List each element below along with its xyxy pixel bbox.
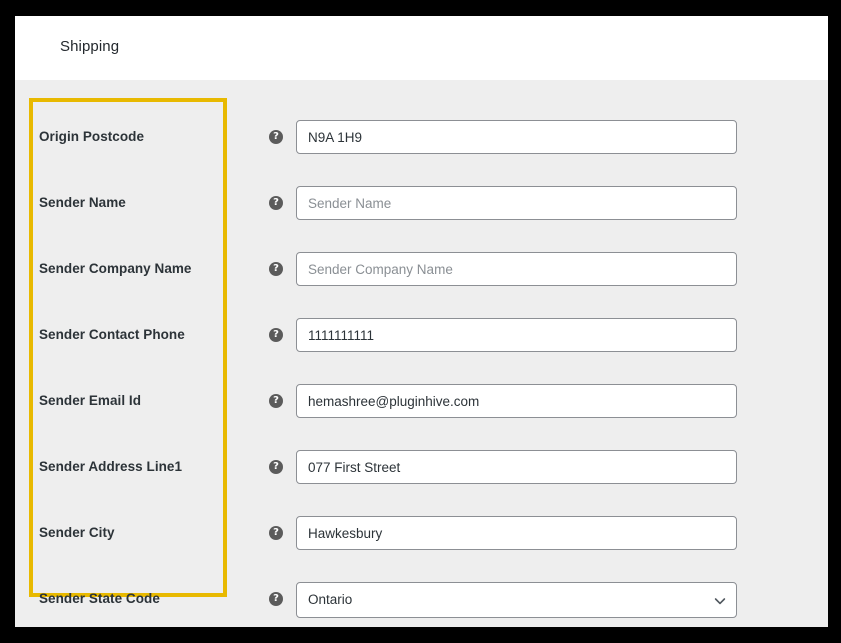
- label-sender-state-code: Sender State Code: [39, 591, 160, 606]
- field-wrap-sender-name: [296, 186, 737, 220]
- shipping-settings-form: Origin Postcode?Sender Name?Sender Compa…: [15, 80, 828, 627]
- field-wrap-origin-postcode: [296, 120, 737, 154]
- field-wrap-sender-city: [296, 516, 737, 550]
- field-wrap-sender-email-id: [296, 384, 737, 418]
- label-sender-contact-phone: Sender Contact Phone: [39, 327, 185, 342]
- label-sender-address-line1: Sender Address Line1: [39, 459, 183, 474]
- form-row-sender-name: Sender Name?: [15, 186, 828, 220]
- label-origin-postcode: Origin Postcode: [39, 129, 145, 144]
- help-icon-sender-contact-phone[interactable]: ?: [269, 328, 283, 342]
- help-icon-origin-postcode[interactable]: ?: [269, 130, 283, 144]
- field-wrap-sender-company-name: [296, 252, 737, 286]
- input-sender-city[interactable]: [296, 516, 737, 550]
- form-row-sender-email-id: Sender Email Id?: [15, 384, 828, 418]
- select-sender-state-code[interactable]: Ontario: [296, 582, 737, 618]
- settings-page-panel: Shipping Origin Postcode?Sender Name?Sen…: [15, 16, 828, 627]
- help-icon-sender-company-name[interactable]: ?: [269, 262, 283, 276]
- input-sender-name[interactable]: [296, 186, 737, 220]
- form-row-sender-address-line1: Sender Address Line1?: [15, 450, 828, 484]
- field-wrap-sender-address-line1: [296, 450, 737, 484]
- label-sender-company-name: Sender Company Name: [39, 261, 192, 276]
- help-icon-sender-email-id[interactable]: ?: [269, 394, 283, 408]
- page-header-bar: Shipping: [15, 16, 828, 80]
- label-sender-email-id: Sender Email Id: [39, 393, 142, 408]
- label-sender-city: Sender City: [39, 525, 115, 540]
- help-icon-sender-state-code[interactable]: ?: [269, 592, 283, 606]
- input-origin-postcode[interactable]: [296, 120, 737, 154]
- field-wrap-sender-contact-phone: [296, 318, 737, 352]
- help-icon-sender-city[interactable]: ?: [269, 526, 283, 540]
- input-sender-contact-phone[interactable]: [296, 318, 737, 352]
- form-row-sender-state-code: Sender State Code? Ontario: [15, 582, 828, 618]
- select-wrap-sender-state-code: Ontario: [296, 582, 737, 618]
- form-row-sender-city: Sender City?: [15, 516, 828, 550]
- app-frame: Shipping Origin Postcode?Sender Name?Sen…: [0, 0, 841, 643]
- help-icon-sender-address-line1[interactable]: ?: [269, 460, 283, 474]
- field-wrap-sender-state-code: Ontario: [296, 582, 737, 618]
- input-sender-address-line1[interactable]: [296, 450, 737, 484]
- form-row-sender-company-name: Sender Company Name?: [15, 252, 828, 286]
- label-sender-name: Sender Name: [39, 195, 126, 210]
- help-icon-sender-name[interactable]: ?: [269, 196, 283, 210]
- form-row-origin-postcode: Origin Postcode?: [15, 120, 828, 154]
- input-sender-email-id[interactable]: [296, 384, 737, 418]
- form-row-sender-contact-phone: Sender Contact Phone?: [15, 318, 828, 352]
- input-sender-company-name[interactable]: [296, 252, 737, 286]
- page-title: Shipping: [60, 38, 120, 55]
